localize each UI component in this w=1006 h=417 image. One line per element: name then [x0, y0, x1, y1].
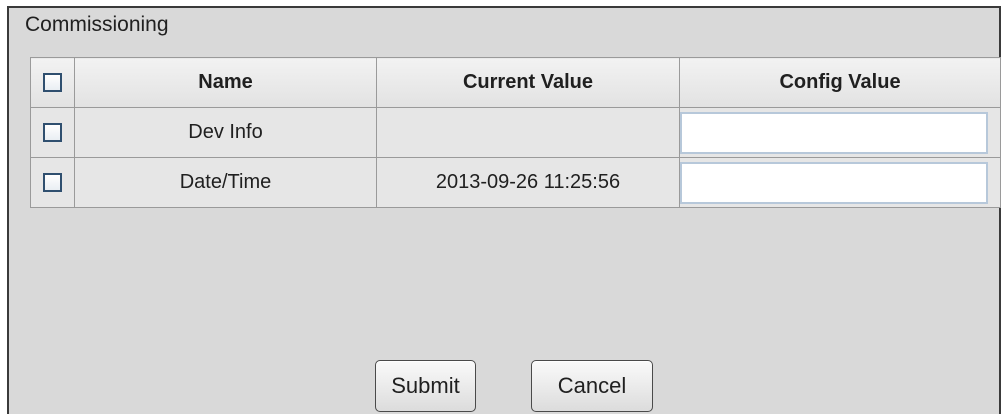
column-header-current-value[interactable]: Current Value	[376, 57, 680, 108]
commissioning-panel: Commissioning Name Current Value Config …	[7, 6, 1001, 414]
column-header-name[interactable]: Name	[74, 57, 377, 108]
row-name: Dev Info	[74, 107, 377, 158]
select-all-checkbox[interactable]	[43, 73, 62, 93]
row-checkbox-dev-info[interactable]	[43, 123, 62, 143]
config-value-input-date-time[interactable]	[680, 161, 988, 204]
cancel-button[interactable]: Cancel	[531, 360, 653, 412]
commissioning-table: Name Current Value Config Value Dev Info	[30, 57, 1001, 208]
column-header-config-value[interactable]: Config Value	[679, 57, 1001, 108]
row-config-cell	[679, 157, 1001, 208]
row-checkbox-cell	[30, 107, 75, 158]
select-all-header	[30, 57, 75, 108]
row-current-value: 2013-09-26 11:25:56	[376, 157, 680, 208]
submit-button[interactable]: Submit	[375, 360, 476, 412]
panel-title: Commissioning	[25, 13, 169, 36]
table-header-row: Name Current Value Config Value	[30, 57, 1001, 108]
row-checkbox-cell	[30, 157, 75, 208]
row-config-cell	[679, 107, 1001, 158]
table-row: Dev Info	[30, 107, 1001, 158]
row-checkbox-date-time[interactable]	[43, 173, 62, 193]
row-current-value	[376, 107, 680, 158]
row-name: Date/Time	[74, 157, 377, 208]
table-row: Date/Time 2013-09-26 11:25:56	[30, 157, 1001, 208]
config-value-input-dev-info[interactable]	[680, 111, 988, 154]
